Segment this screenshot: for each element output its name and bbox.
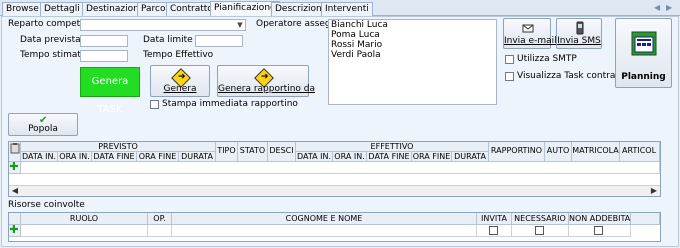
utilizza-smtp-checkbox[interactable] [505, 55, 514, 64]
risorse-cell-op[interactable] [148, 225, 172, 237]
operatori-list[interactable]: Bianchi Luca Poma Luca Rossi Mario Verdi… [328, 19, 497, 105]
header-previsto-data-fine[interactable]: DATA FINE [92, 152, 137, 162]
data-limite-field[interactable] [195, 35, 243, 47]
data-prevista-field[interactable] [80, 35, 128, 47]
scroll-right-icon[interactable]: ▶ [648, 186, 660, 196]
tab-dettagli[interactable]: Dettagli [40, 2, 84, 16]
header-filler [631, 213, 660, 225]
header-descrizione[interactable]: DESCI [268, 142, 296, 162]
new-row-indicator[interactable]: ✚ [9, 162, 21, 174]
plus-icon[interactable]: ✚ [9, 225, 19, 235]
list-item[interactable]: Verdi Paola [329, 50, 496, 60]
header-articolo[interactable]: ARTICOL [620, 142, 660, 162]
header-previsto-ora-in[interactable]: ORA IN. [58, 152, 92, 162]
risorse-cell-cognome[interactable] [172, 225, 477, 237]
popola-button[interactable]: ✔ Popola [8, 113, 78, 136]
header-invita[interactable]: INVITA [477, 213, 512, 225]
task-grid-scrollbar[interactable]: ◀ ▶ [9, 185, 660, 196]
genera-label: Genera [163, 84, 197, 94]
header-previsto: PREVISTO [21, 142, 216, 152]
header-effettivo-durata[interactable]: DURATA [452, 152, 489, 162]
header-effettivo-ora-fine[interactable]: ORA FINE [412, 152, 452, 162]
email-icon [522, 24, 534, 33]
arrow-right-icon: ➔ [178, 72, 186, 82]
tab-pianificazione[interactable]: Pianificazione [210, 1, 280, 17]
list-item[interactable]: Rossi Mario [329, 40, 496, 50]
invia-sms-label: Invia SMS [557, 36, 601, 46]
header-effettivo-data-fine[interactable]: DATA FINE [367, 152, 412, 162]
reparto-combo[interactable]: ▼ [80, 19, 246, 31]
risorse-title: Risorse coinvolte [8, 200, 85, 210]
header-rapportino[interactable]: RAPPORTINO [489, 142, 545, 162]
invita-checkbox[interactable] [489, 226, 498, 235]
invia-email-label: Invia e-mail [504, 36, 557, 46]
planning-label: Planning [621, 72, 666, 82]
tab-scroll-right-icon[interactable]: ▶ [666, 3, 672, 12]
plus-icon[interactable]: ✚ [9, 162, 19, 172]
tempo-stimato-label: Tempo stimato [20, 50, 87, 60]
stampa-immediata-label: Stampa immediata rapportino [162, 99, 298, 109]
genera-button[interactable]: ➔ Genera [150, 65, 210, 97]
tab-scroll-left-icon[interactable]: ◀ [654, 3, 660, 12]
planning-button[interactable]: Planning [615, 18, 672, 88]
scroll-left-icon[interactable]: ◀ [9, 186, 21, 196]
clipboard-icon [10, 143, 19, 154]
tempo-effettivo-label: Tempo Effettivo [143, 50, 214, 60]
new-row-indicator[interactable]: ✚ [9, 225, 21, 237]
header-effettivo-ora-in[interactable]: ORA IN. [333, 152, 367, 162]
utilizza-smtp-label: Utilizza SMTP [517, 54, 577, 64]
data-limite-label: Data limite [143, 35, 193, 45]
visualizza-task-label: Visualizza Task contratto [517, 71, 628, 81]
list-item[interactable]: Bianchi Luca [329, 20, 496, 30]
popola-label: Popola [28, 124, 58, 134]
tab-descrizioni[interactable]: Descrizioni [271, 2, 329, 16]
header-previsto-data-in[interactable]: DATA IN. [21, 152, 58, 162]
header-ruolo[interactable]: RUOLO [21, 213, 148, 225]
genera-rapportino-label: Genera rapportino da [218, 84, 316, 94]
tab-parco[interactable]: Parco [137, 2, 170, 16]
header-effettivo-data-in[interactable]: DATA IN. [296, 152, 333, 162]
tempo-stimato-field[interactable] [80, 50, 128, 62]
risorse-cell-ruolo[interactable] [21, 225, 148, 237]
data-prevista-label: Data prevista [20, 35, 81, 45]
stampa-immediata-checkbox[interactable] [150, 100, 159, 109]
header-previsto-durata[interactable]: DURATA [179, 152, 216, 162]
header-non-addebita[interactable]: NON ADDEBITA [569, 213, 631, 225]
non-addebita-checkbox[interactable] [594, 226, 603, 235]
tab-browse[interactable]: Browse [2, 2, 43, 16]
genera-task-button[interactable]: Genera TASK [80, 67, 140, 115]
header-previsto-ora-fine[interactable]: ORA FINE [137, 152, 179, 162]
header-cognome-nome[interactable]: COGNOME E NOME [172, 213, 477, 225]
risorse-grid-corner [9, 213, 21, 225]
risorse-cell-invita[interactable] [477, 225, 512, 237]
header-tipo[interactable]: TIPO [216, 142, 238, 162]
table-row[interactable] [21, 162, 660, 174]
invia-email-button[interactable]: Invia e-mail [503, 18, 557, 49]
risorse-cell-non-addebita[interactable] [569, 225, 631, 237]
header-op[interactable]: OP. [148, 213, 172, 225]
necessario-checkbox[interactable] [535, 226, 544, 235]
mobile-phone-icon [576, 21, 584, 35]
header-matricola[interactable]: MATRICOLA [572, 142, 620, 162]
tab-interventi[interactable]: Interventi [321, 2, 373, 16]
list-item[interactable]: Poma Luca [329, 30, 496, 40]
tab-strip: Browse Dettagli Destinazione Parco Contr… [0, 0, 680, 17]
chevron-down-icon[interactable]: ▼ [235, 20, 245, 30]
arrow-right-icon: ➔ [261, 72, 269, 82]
header-effettivo: EFFETTIVO [296, 142, 489, 152]
grid-corner [9, 142, 21, 162]
calendar-icon [631, 31, 657, 56]
header-auto[interactable]: AUTO [545, 142, 572, 162]
genera-rapportino-button[interactable]: ➔ Genera rapportino da [217, 65, 316, 97]
visualizza-task-checkbox[interactable] [505, 72, 514, 81]
invia-sms-button[interactable]: Invia SMS [556, 18, 602, 49]
header-necessario[interactable]: NECESSARIO [512, 213, 569, 225]
risorse-cell-necessario[interactable] [512, 225, 569, 237]
header-stato[interactable]: STATO [238, 142, 268, 162]
